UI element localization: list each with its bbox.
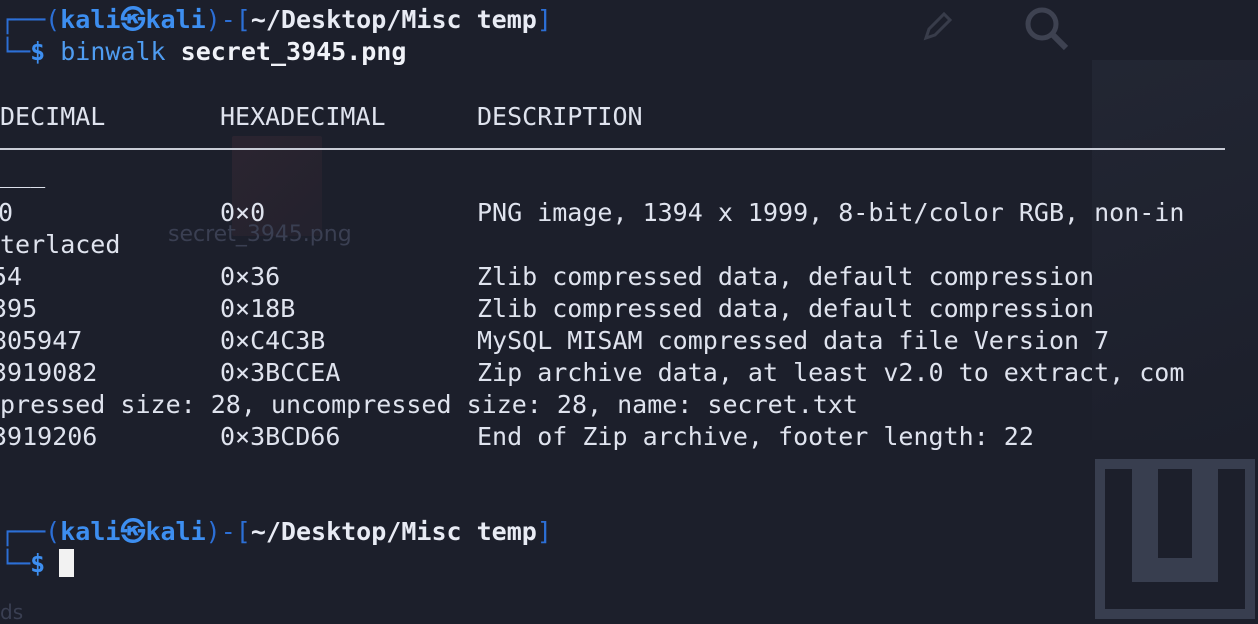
rule-tail: ___ (0, 159, 46, 188)
prompt-host: kali (145, 5, 206, 34)
terminal-window[interactable]: ┌──(kali㉿kali)-[~/Desktop/Misc temp] └─$… (0, 0, 1258, 621)
prompt-user: kali (60, 5, 121, 34)
row-0-description: PNG image, 1394 x 1999, 8-bit/color RGB,… (477, 198, 1185, 227)
row-5-decimal: 3919206 (0, 422, 98, 451)
header-hexadecimal: HEXADECIMAL (220, 102, 386, 131)
row-2-hex: 0×18B (220, 294, 296, 323)
prompt-dollar: $ (30, 37, 46, 66)
header-rule (0, 148, 1225, 150)
prompt-line-2: ┌──(kali㉿kali)-[~/Desktop/Misc temp] (0, 517, 552, 546)
row-4-description: Zip archive data, at least v2.0 to extra… (477, 358, 1185, 387)
prompt-host: kali (145, 517, 206, 546)
row-3-description: MySQL MISAM compressed data file Version… (477, 326, 1110, 355)
command-argument: secret_3945.png (180, 37, 407, 66)
command-line: └─$ binwalk secret_3945.png (0, 37, 407, 66)
row-4-wrap: pressed size: 28, uncompressed size: 28,… (0, 390, 858, 419)
command-program: binwalk (60, 37, 166, 66)
prompt-path: ~/Desktop/Misc temp (250, 5, 537, 34)
row-4-decimal: 3919082 (0, 358, 98, 387)
row-1-description: Zlib compressed data, default compressio… (477, 262, 1095, 291)
prompt-user: kali (60, 517, 121, 546)
row-2-description: Zlib compressed data, default compressio… (477, 294, 1095, 323)
header-description: DESCRIPTION (477, 102, 643, 131)
prompt-path: ~/Desktop/Misc temp (250, 517, 537, 546)
prompt-symbol: ㉿ (120, 517, 146, 546)
row-0-decimal: 0 (0, 198, 14, 227)
header-decimal: DECIMAL (0, 102, 106, 131)
row-1-hex: 0×36 (220, 262, 281, 291)
row-4-hex: 0×3BCCEA (220, 358, 341, 387)
prompt-dollar: $ (30, 549, 46, 578)
input-line[interactable]: └─$ (0, 548, 75, 580)
row-3-decimal: 805947 (0, 326, 83, 355)
row-5-description: End of Zip archive, footer length: 22 (477, 422, 1034, 451)
row-0-wrap: terlaced (0, 230, 121, 259)
row-3-hex: 0×C4C3B (220, 326, 326, 355)
prompt-symbol: ㉿ (120, 5, 146, 34)
prompt-line-1: ┌──(kali㉿kali)-[~/Desktop/Misc temp] (0, 5, 552, 34)
row-5-hex: 0×3BCD66 (220, 422, 341, 451)
row-2-decimal: 395 (0, 294, 38, 323)
row-1-decimal: 54 (0, 262, 23, 291)
text-cursor[interactable] (59, 549, 75, 577)
row-0-hex: 0×0 (220, 198, 266, 227)
